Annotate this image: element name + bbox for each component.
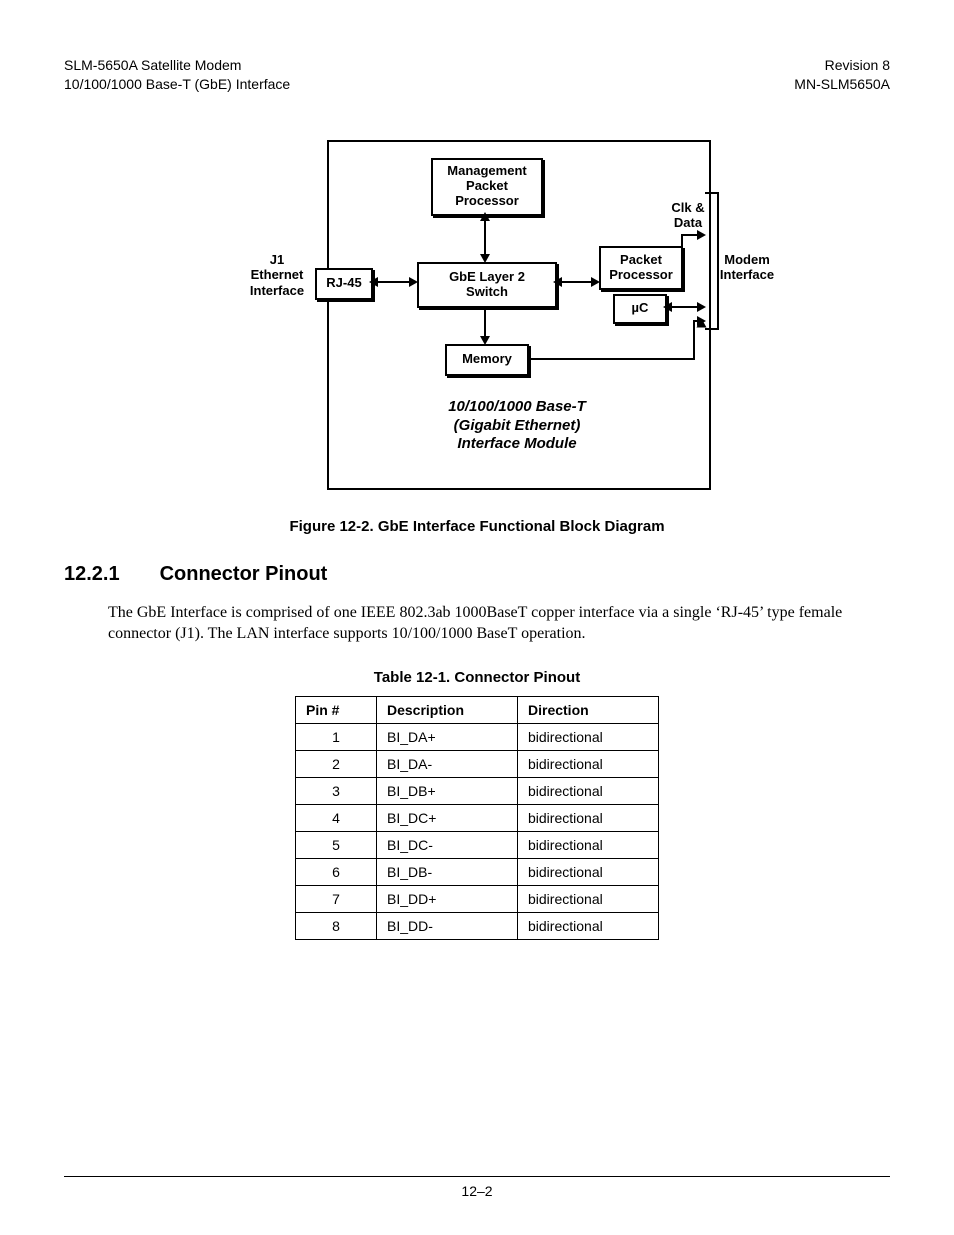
block-label: PacketProcessor <box>601 248 681 288</box>
label-j1-ethernet-interface: J1EthernetInterface <box>237 252 317 299</box>
arrow-right-icon <box>697 302 706 312</box>
block-label: Memory <box>447 346 527 374</box>
connector-pinout-table: Pin # Description Direction 1 BI_DA+ bid… <box>295 696 659 940</box>
cell-pin: 6 <box>296 858 377 885</box>
header-left-line1: SLM-5650A Satellite Modem <box>64 56 290 75</box>
table-row: 1 BI_DA+ bidirectional <box>296 723 659 750</box>
table-row: 8 BI_DD- bidirectional <box>296 912 659 939</box>
page-header: SLM-5650A Satellite Modem 10/100/1000 Ba… <box>64 56 890 94</box>
table-row: 5 BI_DC- bidirectional <box>296 831 659 858</box>
block-label: µC <box>615 296 665 322</box>
cell-description: BI_DD- <box>377 912 518 939</box>
arrow-right-icon <box>409 277 418 287</box>
cell-description: BI_DC- <box>377 831 518 858</box>
arrow-left-icon <box>553 277 562 287</box>
table-row: 4 BI_DC+ bidirectional <box>296 804 659 831</box>
cell-direction: bidirectional <box>518 804 659 831</box>
arrow-left-icon <box>369 277 378 287</box>
cell-direction: bidirectional <box>518 912 659 939</box>
cell-pin: 3 <box>296 777 377 804</box>
cell-description: BI_DA+ <box>377 723 518 750</box>
cell-direction: bidirectional <box>518 885 659 912</box>
table-row: 2 BI_DA- bidirectional <box>296 750 659 777</box>
label-modem-interface: ModemInterface <box>717 252 777 283</box>
arrow-up-icon <box>480 212 490 221</box>
block-diagram: ManagementPacketProcessor GbE Layer 2Swi… <box>197 134 757 494</box>
col-header-direction: Direction <box>518 696 659 723</box>
connector-line <box>693 322 695 360</box>
cell-pin: 7 <box>296 885 377 912</box>
cell-direction: bidirectional <box>518 858 659 885</box>
cell-description: BI_DA- <box>377 750 518 777</box>
arrow-left-icon <box>663 302 672 312</box>
arrow-right-icon <box>697 230 706 240</box>
cell-direction: bidirectional <box>518 777 659 804</box>
connector-line <box>681 234 683 248</box>
block-memory: Memory <box>445 344 529 376</box>
table-caption: Table 12-1. Connector Pinout <box>64 669 890 686</box>
block-rj45: RJ-45 <box>315 268 373 300</box>
cell-description: BI_DC+ <box>377 804 518 831</box>
cell-direction: bidirectional <box>518 723 659 750</box>
block-management-packet-processor: ManagementPacketProcessor <box>431 158 543 216</box>
page-footer: 12–2 <box>64 1176 890 1199</box>
block-label: RJ-45 <box>317 270 371 298</box>
arrow-right-icon <box>697 316 706 326</box>
header-left-line2: 10/100/1000 Base-T (GbE) Interface <box>64 75 290 94</box>
block-label: GbE Layer 2Switch <box>419 264 555 306</box>
block-microcontroller: µC <box>613 294 667 324</box>
cell-pin: 4 <box>296 804 377 831</box>
page-number: 12–2 <box>461 1183 492 1199</box>
cell-description: BI_DB+ <box>377 777 518 804</box>
modem-interface-bracket <box>705 192 719 330</box>
table-row: 6 BI_DB- bidirectional <box>296 858 659 885</box>
header-right-line2: MN-SLM5650A <box>794 75 890 94</box>
connector-line <box>527 358 693 360</box>
block-label: ManagementPacketProcessor <box>433 160 541 214</box>
cell-direction: bidirectional <box>518 831 659 858</box>
arrow-right-icon <box>591 277 600 287</box>
section-heading: 12.2.1 Connector Pinout <box>64 563 890 586</box>
block-gbe-layer2-switch: GbE Layer 2Switch <box>417 262 557 308</box>
body-paragraph: The GbE Interface is comprised of one IE… <box>108 602 848 645</box>
header-right-line1: Revision 8 <box>794 56 890 75</box>
cell-pin: 1 <box>296 723 377 750</box>
cell-pin: 5 <box>296 831 377 858</box>
block-packet-processor: PacketProcessor <box>599 246 683 290</box>
cell-direction: bidirectional <box>518 750 659 777</box>
arrow-down-icon <box>480 336 490 345</box>
col-header-description: Description <box>377 696 518 723</box>
col-header-pin: Pin # <box>296 696 377 723</box>
cell-pin: 2 <box>296 750 377 777</box>
section-number: 12.2.1 <box>64 563 154 586</box>
table-header-row: Pin # Description Direction <box>296 696 659 723</box>
cell-description: BI_DB- <box>377 858 518 885</box>
cell-pin: 8 <box>296 912 377 939</box>
figure-caption: Figure 12-2. GbE Interface Functional Bl… <box>64 518 890 535</box>
module-title: 10/100/1000 Base-T(Gigabit Ethernet)Inte… <box>327 398 707 454</box>
table-row: 3 BI_DB+ bidirectional <box>296 777 659 804</box>
table-row: 7 BI_DD+ bidirectional <box>296 885 659 912</box>
cell-description: BI_DD+ <box>377 885 518 912</box>
arrow-down-icon <box>480 254 490 263</box>
section-title: Connector Pinout <box>160 563 328 585</box>
